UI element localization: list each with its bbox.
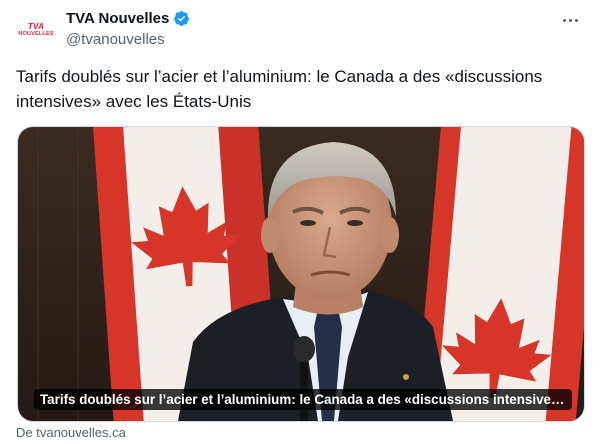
more-horizontal-icon[interactable] bbox=[556, 10, 584, 30]
card-source-link[interactable]: De tvanouvelles.ca bbox=[16, 425, 126, 440]
tweet-text: Tarifs doublés sur l’acier et l’aluminiu… bbox=[16, 67, 543, 111]
account-avatar[interactable]: TVA NOUVELLES bbox=[16, 10, 56, 50]
display-name[interactable]: TVA Nouvelles bbox=[66, 10, 169, 27]
nouvelles-logo-text: NOUVELLES bbox=[18, 30, 54, 37]
verified-badge-icon bbox=[174, 11, 190, 26]
name-row: TVA Nouvelles bbox=[66, 10, 190, 27]
tweet[interactable]: TVA NOUVELLES TVA Nouvelles @tvanouvelle… bbox=[0, 0, 600, 444]
tva-logo: TVA bbox=[27, 21, 45, 31]
link-card[interactable]: Tarifs doublés sur l’acier et l’aluminiu… bbox=[17, 126, 585, 422]
card-caption: Tarifs doublés sur l’acier et l’aluminiu… bbox=[34, 389, 572, 410]
account-handle[interactable]: @tvanouvelles bbox=[66, 31, 165, 48]
card-photo bbox=[18, 127, 584, 421]
